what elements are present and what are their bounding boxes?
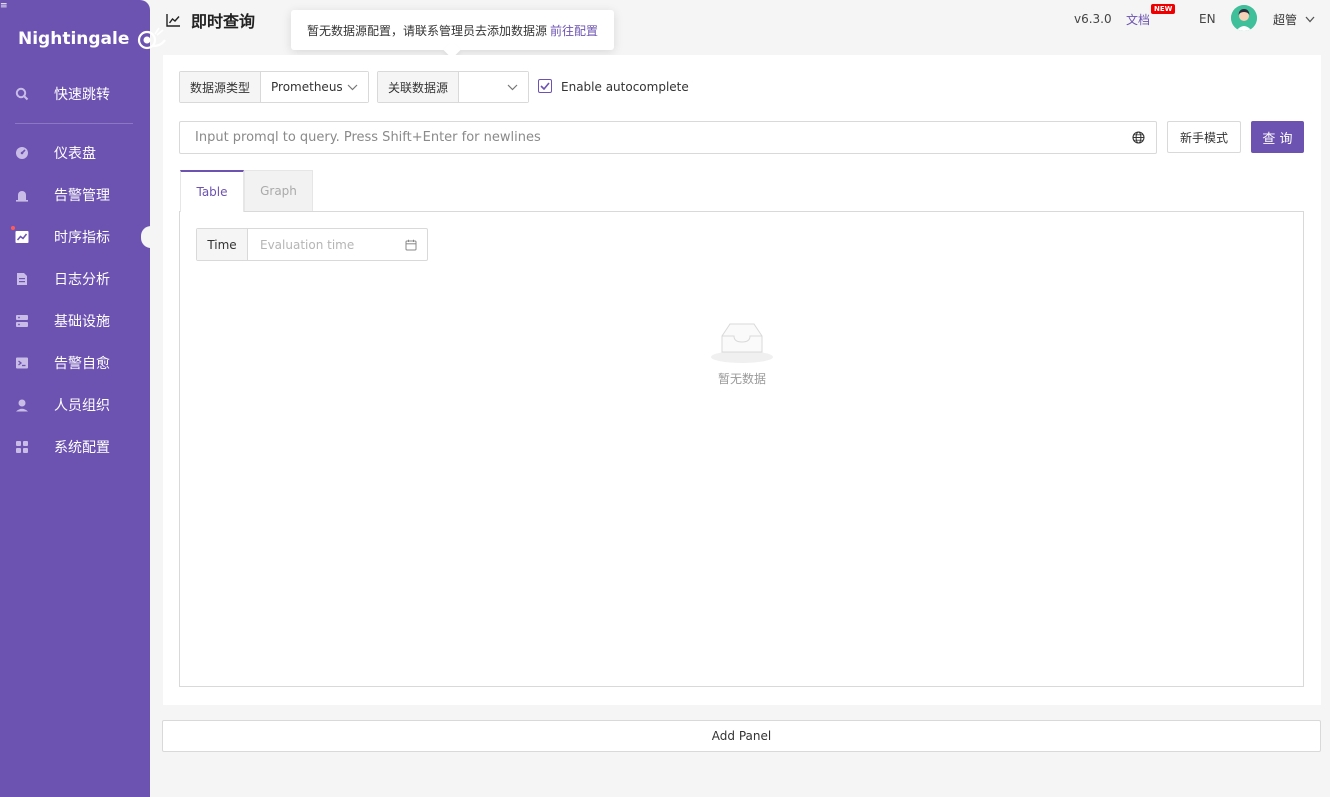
datasource-select[interactable] — [459, 72, 528, 102]
dashboard-icon — [15, 146, 29, 160]
datasource-group: 关联数据源 — [377, 71, 529, 103]
check-icon — [540, 82, 550, 90]
tab-label: Graph — [260, 184, 297, 198]
apps-icon — [15, 440, 29, 454]
tab-label: Table — [196, 185, 228, 199]
sidebar-item-label: 时序指标 — [54, 230, 110, 246]
promql-input[interactable] — [180, 122, 1110, 153]
empty-inbox-icon — [711, 323, 773, 363]
sidebar-item-label: 基础设施 — [54, 314, 110, 330]
sidebar-item-logs[interactable]: 日志分析 — [0, 264, 150, 294]
sidebar-item-quick-jump[interactable]: 快速跳转 — [0, 79, 150, 109]
empty-text: 暂无数据 — [717, 372, 766, 386]
empty-state: 暂无数据 — [700, 322, 784, 387]
calendar-icon — [405, 239, 417, 250]
docs-link[interactable]: 文档 — [1126, 11, 1150, 28]
sidebar-item-dashboard[interactable]: 仪表盘 — [0, 138, 150, 168]
tab-table[interactable]: Table — [180, 170, 244, 212]
page-title-text: 即时查询 — [191, 12, 256, 31]
snail-logo-icon — [138, 27, 167, 50]
evaluation-time-group: Time Evaluation time — [196, 228, 428, 261]
alarm-icon — [15, 188, 29, 202]
chevron-down-icon — [347, 84, 358, 90]
datasource-type-value: Prometheus — [271, 80, 343, 94]
sidebar-item-alarm[interactable]: 告警管理 — [0, 180, 150, 210]
sidebar: ≡ Nightingale 快速跳转 仪表盘 告警管理 时序指标 日志分析 基础… — [0, 0, 167, 797]
sidebar-item-infrastructure[interactable]: 基础设施 — [0, 306, 150, 336]
new-badge: NEW — [1151, 4, 1176, 14]
sidebar-item-label: 告警管理 — [54, 188, 110, 204]
table-tab-panel: Time Evaluation time 暂无数据 — [179, 211, 1304, 687]
datasource-type-group: 数据源类型 Prometheus — [179, 71, 369, 103]
line-chart-icon — [15, 230, 29, 244]
server-icon — [15, 314, 29, 328]
page-title: 即时查询 — [166, 8, 255, 32]
go-configure-link[interactable]: 前往配置 — [550, 22, 598, 39]
sidebar-divider — [15, 123, 133, 124]
notification-dot — [11, 226, 15, 230]
sidebar-item-label: 日志分析 — [54, 272, 110, 288]
autocomplete-checkbox[interactable] — [538, 79, 552, 93]
chevron-down-icon — [507, 84, 518, 90]
username: 超管 — [1273, 13, 1298, 27]
sidebar-item-label: 人员组织 — [54, 398, 110, 414]
promql-input-wrapper — [179, 121, 1157, 154]
brand-name: Nightingale — [18, 29, 130, 49]
brand-logo[interactable]: Nightingale — [18, 26, 167, 52]
evaluation-time-picker[interactable]: Evaluation time — [248, 229, 427, 260]
evaluation-time-placeholder: Evaluation time — [260, 237, 355, 252]
novice-mode-button[interactable]: 新手模式 — [1167, 121, 1241, 153]
search-icon — [15, 87, 29, 101]
tooltip-message: 暂无数据源配置，请联系管理员去添加数据源 — [307, 23, 548, 38]
query-card: 数据源类型 Prometheus 关联数据源 Enable autocomple… — [163, 55, 1321, 705]
query-button[interactable]: 查 询 — [1251, 121, 1304, 153]
sidebar-item-self-healing[interactable]: 告警自愈 — [0, 348, 150, 378]
avatar[interactable] — [1231, 5, 1257, 31]
chevron-down-icon — [1305, 16, 1315, 23]
line-chart-icon — [166, 14, 180, 27]
add-panel-button[interactable]: Add Panel — [162, 720, 1321, 752]
sidebar-item-label: 系统配置 — [54, 440, 110, 456]
terminal-icon — [15, 356, 29, 370]
sidebar-item-label: 快速跳转 — [54, 87, 110, 103]
datasource-label: 关联数据源 — [378, 72, 460, 102]
sidebar-item-label: 告警自愈 — [54, 356, 110, 372]
sidebar-item-settings[interactable]: 系统配置 — [0, 432, 150, 462]
time-label: Time — [197, 229, 248, 260]
version-text: v6.3.0 — [1074, 12, 1112, 26]
tab-graph[interactable]: Graph — [244, 170, 313, 212]
user-icon — [15, 398, 29, 412]
globe-icon[interactable] — [1132, 131, 1145, 144]
user-menu[interactable]: 超管 — [1273, 11, 1315, 28]
sidebar-item-users[interactable]: 人员组织 — [0, 390, 150, 420]
sidebar-item-metrics[interactable]: 时序指标 — [0, 222, 151, 252]
sidebar-item-label: 仪表盘 — [54, 146, 96, 162]
datasource-type-label: 数据源类型 — [180, 72, 262, 102]
menu-toggle-icon[interactable]: ≡ — [0, 2, 8, 11]
datasource-type-select[interactable]: Prometheus — [261, 72, 368, 102]
autocomplete-label[interactable]: Enable autocomplete — [561, 80, 689, 94]
language-switch[interactable]: EN — [1199, 12, 1216, 26]
document-icon — [15, 272, 29, 286]
no-datasource-tooltip: 暂无数据源配置，请联系管理员去添加数据源 前往配置 — [291, 10, 614, 50]
